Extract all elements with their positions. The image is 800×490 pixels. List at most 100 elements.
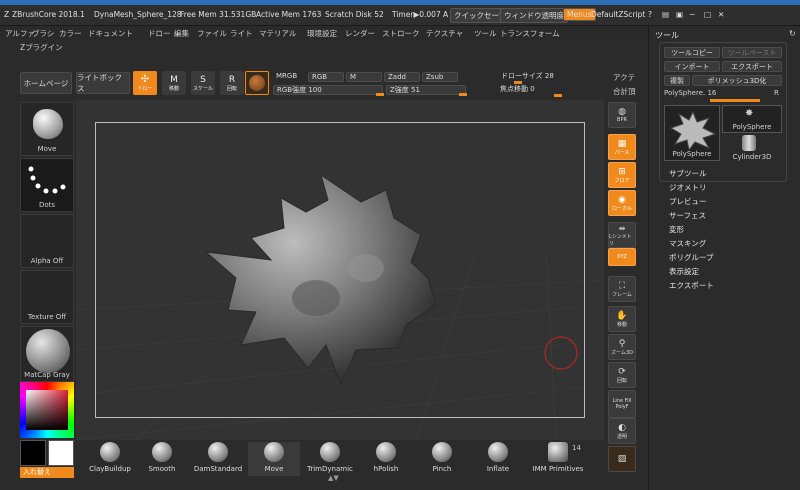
tool-copy-button[interactable]: ツールコピー bbox=[664, 47, 720, 58]
brush-tile[interactable]: Move bbox=[20, 102, 74, 156]
menu-texture[interactable]: テクスチャ bbox=[426, 28, 463, 39]
export-button[interactable]: エクスポート bbox=[722, 61, 782, 72]
local-button[interactable]: ◉ ローカル bbox=[608, 190, 636, 216]
texture-tile[interactable]: Texture Off bbox=[20, 270, 74, 324]
menu-subtool[interactable]: サブツール bbox=[669, 168, 707, 179]
frame-button[interactable]: ⛶ フレーム bbox=[608, 276, 636, 302]
brush-trimdynamic[interactable]: TrimDynamic bbox=[306, 442, 354, 478]
zsub-button[interactable]: Zsub bbox=[422, 72, 458, 82]
menu-polygroups[interactable]: ポリグループ bbox=[669, 252, 714, 263]
shelf-scroll-icon[interactable]: ▲▼ bbox=[328, 474, 339, 482]
ghost-button[interactable]: ▨ bbox=[608, 446, 636, 472]
maximize-icon[interactable]: □ bbox=[704, 10, 711, 19]
menu-file[interactable]: ファイル bbox=[197, 28, 227, 39]
menu-stroke[interactable]: ストローク bbox=[382, 28, 420, 39]
rotate-mode-button[interactable]: R 回転 bbox=[220, 71, 244, 95]
floor-button[interactable]: ⊞ フロア bbox=[608, 162, 636, 188]
minimize-icon[interactable]: ─ bbox=[690, 10, 695, 19]
draw-mode-button[interactable]: ✣ ドロー bbox=[133, 71, 157, 95]
document-name: DynaMesh_Sphere_128 bbox=[94, 10, 182, 19]
material-tile[interactable]: MatCap Gray bbox=[20, 326, 74, 382]
home-button[interactable]: ホームページ bbox=[20, 72, 72, 94]
menu-render[interactable]: レンダー bbox=[345, 28, 375, 39]
menu-preferences[interactable]: 環境設定 bbox=[307, 28, 337, 39]
brush-hpolish[interactable]: hPolish bbox=[362, 442, 410, 478]
transparent-icon: ◐ bbox=[618, 422, 626, 433]
menu-export[interactable]: エクスポート bbox=[669, 280, 714, 291]
menu-geometry[interactable]: ジオメトリ bbox=[669, 182, 707, 193]
rotate-view-button[interactable]: ⟳ 回転 bbox=[608, 362, 636, 388]
m-button[interactable]: M bbox=[346, 72, 382, 82]
transparency-button[interactable]: ウィンドウ透明度 bbox=[500, 8, 568, 23]
tool-paste-button[interactable]: ツールペースト bbox=[722, 47, 782, 58]
menu-surface[interactable]: サーフェス bbox=[669, 210, 706, 221]
draw-size-slider[interactable]: ドローサイズ 28 bbox=[498, 72, 598, 84]
menu-alpha[interactable]: アルファ bbox=[5, 28, 35, 39]
menu-deformation[interactable]: 変形 bbox=[669, 224, 684, 235]
polyf-button[interactable]: Line Fill PolyF bbox=[608, 390, 636, 418]
focal-shift-slider[interactable]: 焦点移動 0 bbox=[468, 85, 578, 97]
zoom3d-button[interactable]: ⚲ ズーム3D bbox=[608, 334, 636, 360]
r-button[interactable]: R bbox=[774, 89, 779, 97]
tool-slider-bar[interactable] bbox=[710, 99, 760, 102]
tool-thumb-current[interactable]: PolySphere bbox=[664, 105, 720, 161]
saturation-square[interactable] bbox=[26, 390, 68, 430]
zadd-button[interactable]: Zadd bbox=[384, 72, 420, 82]
mrgb-button[interactable]: MRGB bbox=[273, 72, 307, 82]
menu-masking[interactable]: マスキング bbox=[669, 238, 706, 249]
menu-color[interactable]: カラー bbox=[59, 28, 82, 39]
brush-damstandard[interactable]: DamStandard bbox=[194, 442, 242, 478]
import-button[interactable]: インポート bbox=[664, 61, 720, 72]
rgb-strength-knob[interactable] bbox=[376, 93, 384, 96]
menu-preview[interactable]: プレビュー bbox=[669, 196, 707, 207]
menu-brush[interactable]: ブラシ bbox=[32, 28, 54, 39]
menu-display-properties[interactable]: 表示設定 bbox=[669, 266, 699, 277]
z-strength-knob[interactable] bbox=[459, 93, 467, 96]
menu-edit[interactable]: 編集 bbox=[174, 28, 189, 39]
menu-document[interactable]: ドキュメント bbox=[88, 28, 133, 39]
lightbox-button[interactable]: ライトボックス bbox=[76, 72, 130, 94]
rgb-strength-slider[interactable]: RGB強度 100 bbox=[273, 85, 384, 96]
secondary-color-swatch[interactable] bbox=[48, 440, 74, 466]
menu-draw[interactable]: ドロー bbox=[148, 28, 171, 39]
clone-button[interactable]: 複製 bbox=[664, 75, 690, 86]
primary-color-swatch[interactable] bbox=[20, 440, 46, 466]
menu-light[interactable]: ライト bbox=[230, 28, 253, 39]
brush-tile-label: Move bbox=[37, 145, 57, 153]
alpha-tile[interactable]: Alpha Off bbox=[20, 214, 74, 268]
transparent-button[interactable]: ◐ 透明 bbox=[608, 418, 636, 444]
close-doc-icon[interactable]: ▣ bbox=[676, 10, 683, 19]
focal-shift-knob[interactable] bbox=[554, 94, 562, 97]
menu-zplugin[interactable]: Zプラグイン bbox=[20, 42, 63, 53]
brush-inflate[interactable]: Inflate bbox=[474, 442, 522, 478]
menu-material[interactable]: マテリアル bbox=[259, 28, 296, 39]
brush-claybuildup[interactable]: ClayBuildup bbox=[86, 442, 134, 478]
xyz-button[interactable]: XYZ bbox=[608, 248, 636, 266]
close-icon[interactable]: ✕ bbox=[718, 10, 724, 19]
stroke-tile[interactable]: Dots bbox=[20, 158, 74, 212]
swap-colors-button[interactable]: 入れ替え bbox=[20, 467, 74, 478]
material-swatch-button[interactable] bbox=[245, 71, 269, 95]
move-view-button[interactable]: ✋ 移動 bbox=[608, 306, 636, 332]
scale-mode-button[interactable]: S スケール bbox=[191, 71, 215, 95]
rgb-button[interactable]: RGB bbox=[308, 72, 344, 82]
tool-thumb-polysphere[interactable]: ✸ PolySphere bbox=[722, 105, 782, 133]
brush-pinch[interactable]: Pinch bbox=[418, 442, 466, 478]
menu-transform[interactable]: トランスフォーム bbox=[500, 28, 560, 39]
layout-icon[interactable]: ▤ bbox=[662, 10, 669, 19]
help-icon[interactable]: ? bbox=[648, 10, 652, 19]
hand-icon: ✋ bbox=[616, 310, 628, 321]
bpr-button[interactable]: ◍ BPR bbox=[608, 102, 636, 128]
z-strength-slider[interactable]: Z強度 51 bbox=[386, 85, 467, 96]
draw-size-knob[interactable] bbox=[514, 81, 522, 84]
brush-smooth[interactable]: Smooth bbox=[138, 442, 186, 478]
brush-move[interactable]: Move bbox=[248, 442, 300, 476]
refresh-icon[interactable]: ↻ bbox=[789, 29, 796, 38]
lsym-button[interactable]: ⇹ Lシンメトリ bbox=[608, 222, 636, 248]
menu-tool[interactable]: ツール bbox=[474, 28, 497, 39]
perspective-button[interactable]: ▦ パース bbox=[608, 134, 636, 160]
tool-thumb-cylinder[interactable]: Cylinder3D bbox=[722, 135, 782, 161]
move-mode-button[interactable]: M 移動 bbox=[162, 71, 186, 95]
color-picker[interactable] bbox=[20, 382, 74, 438]
make-polymesh-button[interactable]: ポリメッシュ3D化 bbox=[692, 75, 782, 86]
